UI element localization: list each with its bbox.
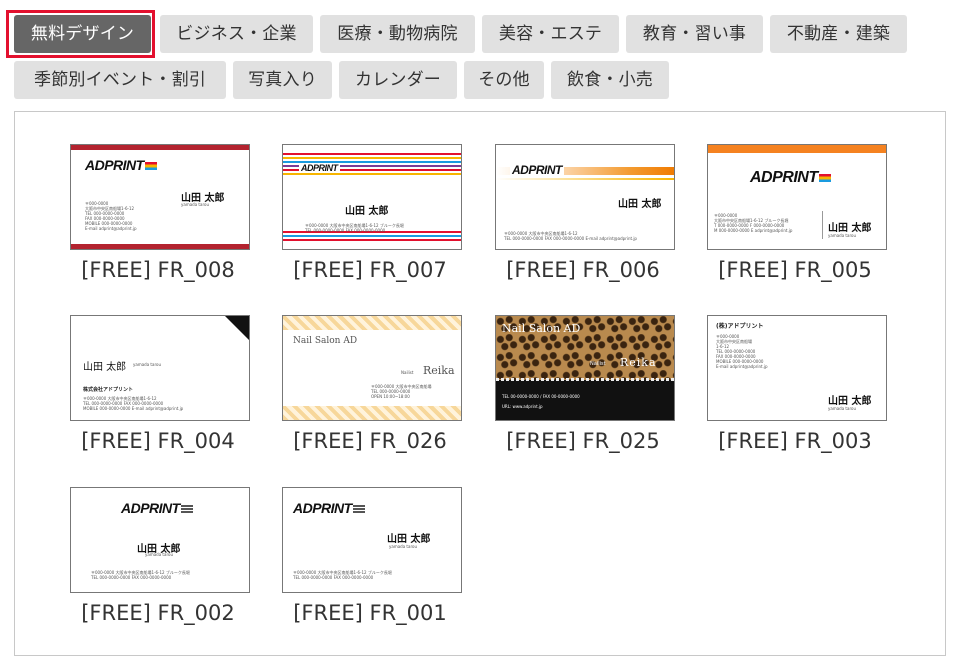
template-card-fr026[interactable]: Nail Salon AD Nailist Reika 〒000-0000 大阪…: [282, 315, 472, 461]
template-title[interactable]: [FREE] FR_001: [270, 601, 470, 625]
template-card-fr005[interactable]: ADPRINT 山田 太郎 yamada tarou 〒000-0000 大阪市中…: [707, 144, 897, 290]
adprint-logo: ADPRINT: [750, 169, 831, 187]
card-name: 山田 太郎: [83, 362, 127, 373]
card-romaji: yamada tarou: [133, 362, 161, 367]
card-name: Reika: [620, 356, 657, 369]
card-name: 山田 太郎: [618, 199, 662, 210]
template-thumbnail[interactable]: ADPRINT 山田 太郎 〒000-0000 大阪市中央区南船場1-6-12 T…: [495, 144, 675, 250]
template-title[interactable]: [FREE] FR_007: [270, 258, 470, 282]
template-thumbnail[interactable]: ADPRINT 山田 太郎 〒000-0000 大阪市中央区南船場1-6-12 …: [282, 144, 462, 250]
card-romaji: yamada tarou: [181, 202, 209, 207]
template-card-fr007[interactable]: ADPRINT 山田 太郎 〒000-0000 大阪市中央区南船場1-6-12 …: [282, 144, 472, 290]
template-card-fr003[interactable]: (株)アドプリント 〒000-0000 大阪市中央区南船場 1-6-12 TEL 00…: [707, 315, 897, 461]
template-title[interactable]: [FREE] FR_006: [483, 258, 683, 282]
card-role: Nailist: [590, 361, 606, 367]
template-title[interactable]: [FREE] FR_003: [695, 429, 895, 453]
card-shop-name: Nail Salon AD: [502, 322, 581, 335]
card-romaji: yamada tarou: [828, 233, 856, 238]
template-thumbnail[interactable]: 山田 太郎 yamada tarou 株式会社アドプリント 〒000-0000 …: [70, 315, 250, 421]
adprint-logo: ADPRINT: [121, 500, 193, 516]
category-tab-seasonal[interactable]: 季節別イベント・割引: [14, 61, 226, 99]
card-romaji: yamada tarou: [145, 552, 173, 557]
card-name: 山田 太郎: [828, 223, 872, 234]
template-card-fr008[interactable]: ADPRINT 山田 太郎 yamada tarou 〒000-0000 大阪市中…: [70, 144, 260, 290]
card-name: 山田 太郎: [828, 396, 872, 407]
adprint-logo: ADPRINT: [85, 157, 157, 173]
card-shop-name: Nail Salon AD: [293, 336, 358, 346]
template-card-fr002[interactable]: ADPRINT 山田 太郎 yamada tarou 〒000-0000 大阪市…: [70, 487, 260, 633]
card-url: URL: www.adprint.jp: [502, 404, 543, 409]
category-tab-other[interactable]: その他: [464, 61, 544, 99]
category-tab-food-retail[interactable]: 飲食・小売: [551, 61, 669, 99]
template-title[interactable]: [FREE] FR_002: [58, 601, 258, 625]
adprint-logo: ADPRINT: [510, 163, 564, 177]
card-name: 山田 太郎: [345, 206, 389, 217]
template-card-fr025[interactable]: Nail Salon AD Nailist Reika TEL 00-0000-…: [495, 315, 685, 461]
category-tab-beauty[interactable]: 美容・エステ: [482, 15, 619, 53]
adprint-logo: ADPRINT: [293, 500, 365, 516]
card-company: 株式会社アドプリント: [83, 387, 134, 393]
category-tab-free-design[interactable]: 無料デザイン: [14, 15, 151, 53]
card-tel: TEL 00-0000-0000 / FAX 00-0000-0000: [502, 394, 580, 399]
template-thumbnail[interactable]: ADPRINT 山田 太郎 yamada tarou 〒000-0000 大阪市…: [282, 487, 462, 593]
template-thumbnail[interactable]: ADPRINT 山田 太郎 yamada tarou 〒000-0000 大阪市…: [70, 487, 250, 593]
template-card-fr006[interactable]: ADPRINT 山田 太郎 〒000-0000 大阪市中央区南船場1-6-12 T…: [495, 144, 685, 290]
template-title[interactable]: [FREE] FR_005: [695, 258, 895, 282]
template-card-fr004[interactable]: 山田 太郎 yamada tarou 株式会社アドプリント 〒000-0000 …: [70, 315, 260, 461]
template-thumbnail[interactable]: ADPRINT 山田 太郎 yamada tarou 〒000-0000 大阪市中…: [707, 144, 887, 250]
category-tab-business[interactable]: ビジネス・企業: [160, 15, 313, 53]
template-title[interactable]: [FREE] FR_025: [483, 429, 683, 453]
card-romaji: yamada tarou: [828, 406, 856, 411]
card-romaji: yamada tarou: [389, 544, 417, 549]
adprint-logo: ADPRINT: [299, 163, 340, 173]
category-tab-calendar[interactable]: カレンダー: [339, 61, 457, 99]
template-title[interactable]: [FREE] FR_004: [58, 429, 258, 453]
template-thumbnail[interactable]: Nail Salon AD Nailist Reika TEL 00-0000-…: [495, 315, 675, 421]
category-tab-photo[interactable]: 写真入り: [233, 61, 332, 99]
template-card-fr001[interactable]: ADPRINT 山田 太郎 yamada tarou 〒000-0000 大阪市…: [282, 487, 472, 633]
card-role: Nailist: [401, 370, 414, 375]
category-tab-real-estate[interactable]: 不動産・建築: [770, 15, 907, 53]
card-name: Reika: [423, 364, 455, 377]
card-company: (株)アドプリント: [716, 323, 764, 330]
category-tab-education[interactable]: 教育・習い事: [626, 15, 763, 53]
category-tab-medical[interactable]: 医療・動物病院: [320, 15, 475, 53]
template-thumbnail[interactable]: Nail Salon AD Nailist Reika 〒000-0000 大阪…: [282, 315, 462, 421]
template-title[interactable]: [FREE] FR_008: [58, 258, 258, 282]
template-thumbnail[interactable]: (株)アドプリント 〒000-0000 大阪市中央区南船場 1-6-12 TEL 00…: [707, 315, 887, 421]
template-title[interactable]: [FREE] FR_026: [270, 429, 470, 453]
template-thumbnail[interactable]: ADPRINT 山田 太郎 yamada tarou 〒000-0000 大阪市中…: [70, 144, 250, 250]
card-name: 山田 太郎: [387, 534, 431, 545]
